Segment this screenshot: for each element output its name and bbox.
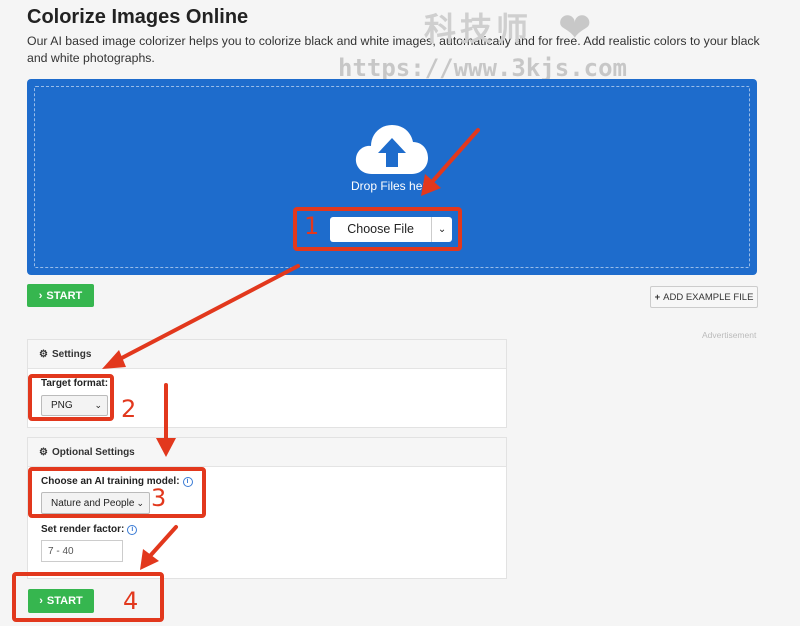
optional-settings-header-label: Optional Settings [51, 446, 135, 458]
annotation-number-1: 1 [304, 212, 320, 240]
add-example-label: ADD EXAMPLE FILE [663, 291, 754, 303]
render-factor-label-text: Set render factor: [41, 524, 125, 535]
annotation-box-2 [28, 374, 114, 421]
settings-header-label: Settings [51, 348, 92, 360]
start-button-top[interactable]: › START [27, 284, 94, 307]
annotation-number-4: 4 [123, 587, 139, 615]
info-icon[interactable]: i [127, 525, 138, 535]
gears-icon: ⚙ [39, 446, 48, 458]
optional-settings-header: ⚙ Optional Settings [28, 438, 506, 467]
annotation-box-4 [12, 572, 164, 622]
annotation-number-2: 2 [121, 395, 137, 423]
settings-header: ⚙ Settings [28, 340, 506, 369]
annotation-box-3 [28, 467, 206, 518]
watermark-url: https://www.3kjs.com [338, 54, 627, 82]
drop-files-text: Drop Files here [351, 179, 434, 193]
page-title: Colorize Images Online [27, 6, 249, 28]
watermark-text: 科技师 [424, 10, 533, 48]
add-example-file-button[interactable]: + ADD EXAMPLE FILE [650, 286, 758, 308]
plus-icon: + [654, 291, 661, 303]
render-factor-label: Set render factor: i [41, 524, 138, 535]
chevron-right-icon: › [38, 289, 43, 302]
gears-icon: ⚙ [39, 348, 48, 360]
start-label: START [46, 289, 83, 302]
render-factor-input[interactable]: 7 - 40 [41, 540, 123, 562]
cloud-upload-icon [355, 125, 428, 174]
advertisement-label: Advertisement [702, 330, 757, 340]
render-factor-placeholder: 7 - 40 [48, 545, 74, 557]
heart-icon: ❤ [558, 6, 592, 50]
annotation-number-3: 3 [151, 484, 167, 512]
